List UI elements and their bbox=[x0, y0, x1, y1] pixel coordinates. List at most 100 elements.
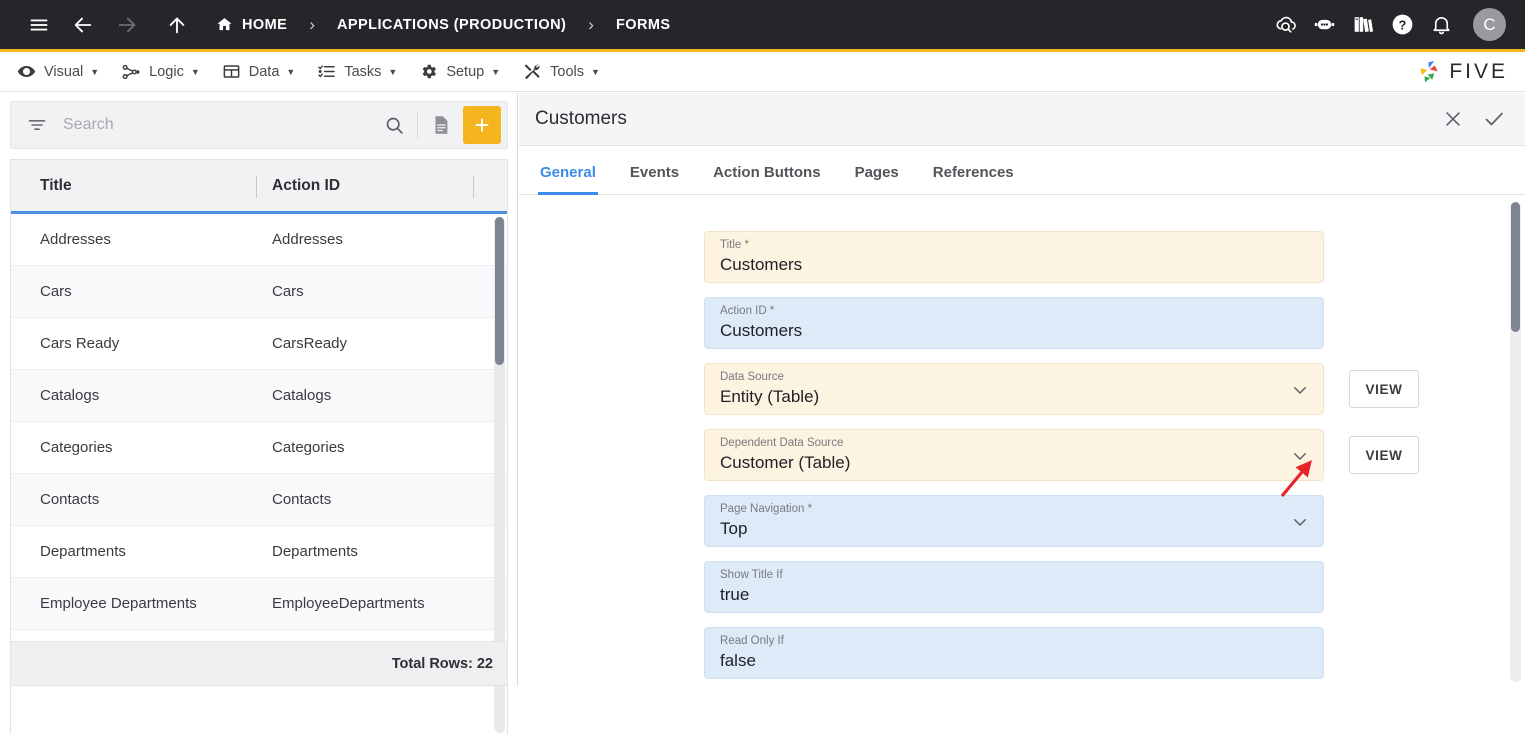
breadcrumb-item-home[interactable]: HOME bbox=[216, 16, 287, 33]
cloud-search-icon[interactable] bbox=[1270, 10, 1300, 40]
document-icon[interactable] bbox=[430, 114, 452, 136]
forms-list-panel: + Title Action ID Addresses Addresses Ca… bbox=[0, 93, 518, 734]
menu-item-logic[interactable]: Logic ▼ bbox=[121, 62, 200, 82]
menu-label-setup: Setup bbox=[446, 63, 485, 80]
form-fields-area: Title * Customers Action ID * Customers … bbox=[519, 195, 1525, 685]
hamburger-menu-icon[interactable] bbox=[22, 8, 56, 42]
detail-scrollbar-thumb[interactable] bbox=[1511, 202, 1520, 332]
tab-action-buttons[interactable]: Action Buttons bbox=[713, 164, 820, 194]
chevron-down-icon[interactable] bbox=[1291, 513, 1309, 531]
home-icon bbox=[216, 16, 233, 33]
breadcrumb-label-applications: APPLICATIONS (PRODUCTION) bbox=[336, 16, 567, 33]
forward-arrow-icon[interactable] bbox=[110, 8, 144, 42]
tools-icon bbox=[522, 62, 542, 82]
table-row[interactable]: Contacts Contacts bbox=[11, 474, 507, 526]
column-divider bbox=[256, 176, 257, 198]
chevron-down-icon[interactable] bbox=[1291, 447, 1309, 465]
tab-references[interactable]: References bbox=[933, 164, 1014, 194]
chevron-down-icon: ▼ bbox=[90, 66, 100, 77]
field-show-title-if[interactable]: Show Title If true bbox=[704, 561, 1324, 613]
cell-title: Employee Departments bbox=[40, 595, 197, 612]
add-form-button[interactable]: + bbox=[463, 106, 501, 144]
detail-header-actions bbox=[1442, 107, 1506, 131]
field-label-title: Title * bbox=[720, 239, 749, 251]
svg-text:?: ? bbox=[1398, 18, 1406, 32]
tab-general[interactable]: General bbox=[538, 164, 598, 195]
top-navigation-bar: HOME › APPLICATIONS (PRODUCTION) › FORMS… bbox=[0, 0, 1525, 52]
cell-action-id: Addresses bbox=[272, 231, 343, 248]
field-label-page-navigation: Page Navigation * bbox=[720, 503, 813, 515]
list-footer: Total Rows: 22 bbox=[10, 641, 508, 686]
tab-pages[interactable]: Pages bbox=[855, 164, 899, 194]
page-title: Customers bbox=[535, 108, 627, 129]
field-action-id[interactable]: Action ID * Customers bbox=[704, 297, 1324, 349]
detail-header: Customers bbox=[519, 93, 1525, 146]
column-header-title[interactable]: Title bbox=[11, 160, 256, 211]
cell-title: Catalogs bbox=[40, 387, 100, 404]
library-books-icon[interactable] bbox=[1348, 10, 1378, 40]
checklist-icon bbox=[317, 62, 336, 81]
breadcrumb-item-applications[interactable]: APPLICATIONS (PRODUCTION) bbox=[337, 17, 566, 33]
table-row[interactable]: Addresses Addresses bbox=[11, 214, 507, 266]
menu-item-tools[interactable]: Tools ▼ bbox=[522, 62, 600, 82]
chevron-down-icon: ▼ bbox=[286, 66, 296, 77]
menu-label-visual: Visual bbox=[44, 63, 84, 80]
chat-bot-icon[interactable] bbox=[1309, 10, 1339, 40]
menu-item-setup[interactable]: Setup ▼ bbox=[419, 62, 500, 81]
field-label-show-title-if: Show Title If bbox=[720, 569, 783, 581]
help-circle-icon[interactable]: ? bbox=[1387, 10, 1417, 40]
table-row[interactable]: Catalogs Catalogs bbox=[11, 370, 507, 422]
breadcrumb-item-forms[interactable]: FORMS bbox=[616, 17, 671, 33]
cell-action-id: Departments bbox=[272, 543, 358, 560]
table-row[interactable]: Cars Cars bbox=[11, 266, 507, 318]
field-page-navigation[interactable]: Page Navigation * Top bbox=[704, 495, 1324, 547]
field-value-page-navigation: Top bbox=[720, 519, 748, 538]
close-icon[interactable] bbox=[1442, 108, 1464, 130]
field-read-only-if[interactable]: Read Only If false bbox=[704, 627, 1324, 679]
tab-events[interactable]: Events bbox=[630, 164, 679, 194]
five-logo: FIVE bbox=[1416, 59, 1508, 85]
check-icon[interactable] bbox=[1482, 107, 1506, 131]
field-dependent-data-source[interactable]: Dependent Data Source Customer (Table) bbox=[704, 429, 1324, 481]
cell-title: Cars bbox=[40, 283, 72, 300]
field-value-show-title-if: true bbox=[720, 585, 750, 604]
field-data-source[interactable]: Data Source Entity (Table) bbox=[704, 363, 1324, 415]
table-row[interactable]: Employee Departments EmployeeDepartments bbox=[11, 578, 507, 630]
field-label-data-source: Data Source bbox=[720, 371, 784, 383]
up-arrow-icon[interactable] bbox=[160, 8, 194, 42]
cell-action-id: Cars bbox=[272, 283, 304, 300]
chevron-down-icon: ▼ bbox=[388, 66, 398, 77]
list-scrollbar-thumb[interactable] bbox=[495, 217, 504, 365]
search-icon[interactable] bbox=[384, 115, 405, 136]
table-row[interactable]: Departments Departments bbox=[11, 526, 507, 578]
menu-item-visual[interactable]: Visual ▼ bbox=[17, 62, 99, 81]
avatar[interactable]: C bbox=[1473, 8, 1506, 41]
column-header-action-id[interactable]: Action ID bbox=[256, 160, 484, 211]
view-button-dependent-data-source[interactable]: VIEW bbox=[1349, 436, 1419, 474]
form-detail-panel: Customers General Events Action Buttons … bbox=[519, 93, 1525, 686]
cell-title: Departments bbox=[40, 543, 126, 560]
view-button-data-source[interactable]: VIEW bbox=[1349, 370, 1419, 408]
detail-scrollbar-track[interactable] bbox=[1510, 202, 1521, 682]
search-input[interactable] bbox=[63, 116, 384, 134]
cell-title: Categories bbox=[40, 439, 113, 456]
topbar-actions: ? C bbox=[1270, 8, 1506, 41]
breadcrumb-separator-2: › bbox=[588, 14, 594, 34]
toolbar-divider bbox=[417, 112, 418, 138]
table-row[interactable]: Cars Ready CarsReady bbox=[11, 318, 507, 370]
cell-title: Addresses bbox=[40, 231, 111, 248]
eye-icon bbox=[17, 62, 36, 81]
menu-item-data[interactable]: Data ▼ bbox=[222, 62, 296, 81]
node-graph-icon bbox=[121, 62, 141, 82]
column-divider bbox=[473, 176, 474, 198]
back-arrow-icon[interactable] bbox=[66, 8, 100, 42]
filter-icon[interactable] bbox=[27, 115, 47, 135]
table-row[interactable]: Categories Categories bbox=[11, 422, 507, 474]
application-menu-bar: Visual ▼ Logic ▼ Data ▼ Tasks ▼ Setup ▼ … bbox=[0, 52, 1525, 92]
detail-tabs: General Events Action Buttons Pages Refe… bbox=[519, 146, 1525, 195]
chevron-down-icon[interactable] bbox=[1291, 381, 1309, 399]
menu-item-tasks[interactable]: Tasks ▼ bbox=[317, 62, 397, 81]
notification-bell-icon[interactable] bbox=[1426, 10, 1456, 40]
field-value-action-id: Customers bbox=[720, 321, 803, 340]
field-title[interactable]: Title * Customers bbox=[704, 231, 1324, 283]
